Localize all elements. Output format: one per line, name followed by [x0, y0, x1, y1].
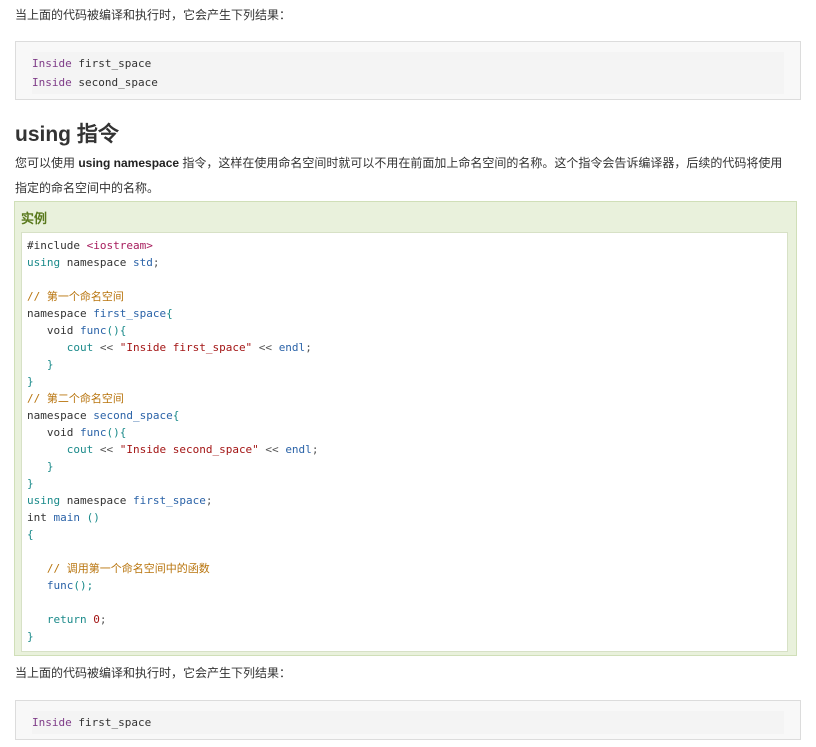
code-token: <<: [258, 443, 286, 456]
code-line: using namespace first_space;: [27, 492, 787, 509]
code-token: cout: [27, 341, 100, 354]
output-keyword: Inside: [32, 76, 72, 89]
code-token: ;: [311, 443, 319, 456]
example-label: 实例: [21, 211, 48, 226]
code-line: namespace first_space{: [27, 305, 787, 322]
code-token: using: [27, 494, 61, 507]
output-line: Inside second_space: [32, 73, 784, 92]
code-token: first_space: [132, 494, 206, 507]
output-inner-1: Inside first_space Inside second_space: [32, 52, 784, 94]
code-line: return 0;: [27, 611, 787, 628]
code-token: second_space: [93, 409, 173, 422]
code-token: ;: [305, 341, 312, 354]
code-token: cout: [27, 443, 100, 456]
code-line: }: [27, 375, 34, 388]
output-text: first_space: [71, 57, 152, 70]
code-token: int: [27, 511, 54, 524]
code-token: <<: [99, 341, 114, 354]
desc-part1: 您可以使用: [15, 156, 79, 170]
code-token: main: [53, 511, 81, 524]
code-line: }: [27, 477, 34, 490]
code-token: <<: [252, 341, 279, 354]
description-line-2: 指定的命名空间中的名称。: [15, 181, 160, 195]
code-token: std: [132, 256, 153, 269]
intro-text-2: 当上面的代码被编译和执行时，它会产生下列结果：: [15, 666, 292, 680]
code-block: #include <iostream> using namespace std;…: [21, 232, 788, 652]
code-line: cout << "Inside second_space" << endl;: [27, 441, 787, 458]
description-line-1: 您可以使用 using namespace 指令，这样在使用命名空间时就可以不用…: [15, 150, 782, 176]
code-line: using namespace std;: [27, 254, 787, 271]
code-line: }: [27, 630, 34, 643]
output-block-2: Inside first_space: [15, 700, 801, 740]
code-comment: // 第一个命名空间: [27, 290, 124, 303]
output-text: second_space: [71, 76, 158, 89]
code-token: namespace: [27, 307, 94, 320]
code-token: using: [27, 256, 61, 269]
code-token: func: [79, 324, 107, 337]
code-token: namespace: [60, 494, 133, 507]
code-token: endl: [278, 341, 306, 354]
code-token: <iostream>: [86, 239, 153, 252]
code-token: "Inside first_space": [113, 341, 253, 354]
code-token: 0: [93, 613, 100, 626]
code-token: <<: [99, 443, 114, 456]
code-token: void: [27, 426, 80, 439]
code-token: (){: [106, 426, 127, 439]
code-token: endl: [285, 443, 312, 456]
code-token: ;: [99, 613, 107, 626]
code-line: #include <iostream>: [27, 237, 787, 254]
code-comment: // 第二个命名空间: [27, 392, 124, 405]
code-line: void func(){: [27, 322, 787, 339]
desc-bold: using namespace: [78, 156, 180, 170]
code-line: // 第二个命名空间: [27, 390, 787, 407]
code-token: ;: [152, 256, 160, 269]
output-keyword: Inside: [32, 57, 72, 70]
code-token: ;: [205, 494, 213, 507]
code-line: func();: [27, 577, 787, 594]
code-token: {: [166, 307, 173, 320]
output-line: Inside first_space: [32, 713, 784, 732]
code-token: ();: [73, 579, 94, 592]
code-token: namespace: [27, 409, 94, 422]
code-line: namespace second_space{: [27, 407, 787, 424]
output-text: first_space: [71, 716, 152, 729]
code-token: return: [27, 613, 94, 626]
desc-part2: 指令，这样在使用命名空间时就可以不用在前面加上命名空间的名称。这个指令会告诉编译…: [179, 156, 783, 170]
code-line: }: [27, 460, 54, 473]
code-token: namespace: [60, 256, 133, 269]
code-comment: // 调用第一个命名空间中的函数: [27, 562, 210, 575]
example-box: 实例 #include <iostream> using namespace s…: [14, 201, 797, 656]
code-token: func: [27, 579, 74, 592]
output-inner-2: Inside first_space: [32, 711, 784, 734]
code-line: // 调用第一个命名空间中的函数: [27, 560, 787, 577]
section-title: using 指令: [15, 123, 119, 146]
intro-text-1: 当上面的代码被编译和执行时，它会产生下列结果：: [15, 8, 292, 22]
code-line: // 第一个命名空间: [27, 288, 787, 305]
code-token: func: [79, 426, 107, 439]
output-block-1: Inside first_space Inside second_space: [15, 41, 801, 100]
code-token: first_space: [93, 307, 167, 320]
code-line: }: [27, 358, 54, 371]
output-line: Inside first_space: [32, 54, 784, 73]
code-line: {: [27, 528, 34, 541]
code-line: void func(){: [27, 424, 787, 441]
output-keyword: Inside: [32, 716, 72, 729]
code-token: (): [80, 511, 100, 524]
code-token: "Inside second_space": [113, 443, 259, 456]
code-token: (){: [106, 324, 127, 337]
code-token: #include: [27, 239, 87, 252]
code-token: {: [172, 409, 180, 422]
code-token: void: [27, 324, 80, 337]
code-line: int main (): [27, 509, 787, 526]
code-line: cout << "Inside first_space" << endl;: [27, 339, 787, 356]
